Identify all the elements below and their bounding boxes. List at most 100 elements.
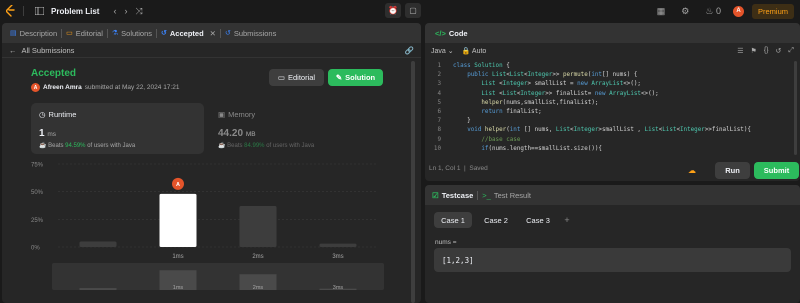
tab-case-3[interactable]: Case 3	[519, 212, 557, 228]
all-submissions-link[interactable]: All Submissions	[22, 46, 75, 55]
language-select[interactable]: Java ⌄	[431, 47, 454, 55]
tab-accepted[interactable]: ↺ Accepted ✕	[157, 29, 220, 38]
code-token: void	[467, 127, 485, 134]
nums-input[interactable]: [1,2,3]	[434, 248, 791, 272]
line-number: 2	[437, 72, 441, 79]
link-icon[interactable]: 🔗	[405, 46, 414, 55]
problem-list-icon[interactable]	[35, 7, 44, 15]
streak-counter[interactable]: ♨ 0	[705, 6, 721, 17]
run-button[interactable]: Run	[715, 162, 750, 179]
editor-toolbar: Java ⌄ 🔒 Auto ☰ ⚑ {} ↺ ⤢	[425, 43, 800, 58]
code-line[interactable]: 2 public List<List<Integer>> permute(int…	[425, 71, 800, 80]
memory-value: 44.20 MB	[218, 128, 256, 139]
code-token: >> finalList=	[545, 90, 595, 97]
history-icon: ↺	[161, 30, 167, 37]
editor-status: Ln 1, Col 1 | Saved	[429, 165, 488, 172]
code-line[interactable]: 8 void helper(int [] nums, List<Integer>…	[425, 126, 800, 135]
memory-beats: ☕ Beats 84.99% of users with Java	[218, 143, 315, 149]
prev-problem-icon[interactable]: ‹	[113, 6, 116, 16]
code-token: //base case	[481, 136, 521, 143]
code-line[interactable]: 3 List <Integer> smallList = new ArrayLi…	[425, 80, 800, 89]
gear-icon[interactable]: ⚙	[681, 6, 689, 17]
bar[interactable]	[79, 241, 117, 247]
code-token: {	[502, 63, 510, 69]
line-number: 8	[437, 127, 441, 134]
braces-icon[interactable]: {}	[764, 47, 769, 55]
next-problem-icon[interactable]: ›	[124, 6, 127, 16]
auto-mode-toggle[interactable]: 🔒 Auto	[462, 47, 487, 55]
add-case-button[interactable]: +	[560, 212, 574, 228]
tab-code[interactable]: </> Code	[431, 29, 472, 38]
code-line[interactable]: 7 }	[425, 117, 800, 126]
layout-icon[interactable]: ▦	[657, 6, 666, 17]
code-line[interactable]: 10 if(nums.length==smallList.size()){	[425, 145, 800, 154]
description-icon: ▤	[10, 30, 17, 37]
bookmark-icon[interactable]: ⚑	[751, 47, 757, 55]
code-token: List	[502, 90, 517, 97]
avatar[interactable]: A	[31, 83, 40, 92]
code-token: List	[481, 90, 500, 97]
line-number: 3	[437, 81, 441, 88]
top-bar: Problem List ‹ › ⤨ ⏰ ▢ ▦ ⚙ ♨ 0 A Premium	[0, 0, 800, 22]
code-editor[interactable]: 1 class Solution {2 public List<List<Inte…	[425, 58, 800, 154]
divider	[23, 6, 24, 16]
submitted-time: submitted at May 22, 2024 17:21	[84, 84, 180, 91]
java-icon: ☕	[218, 143, 226, 149]
reset-icon[interactable]: ↺	[776, 47, 782, 55]
tab-solutions[interactable]: ⚗ Solutions	[108, 29, 156, 38]
editorial-button[interactable]: ▭ Editorial	[269, 69, 324, 86]
premium-button[interactable]: Premium	[751, 3, 794, 19]
code-token: [] nums) {	[601, 72, 638, 79]
code-line[interactable]: 5 helper(nums,smallList,finalList);	[425, 99, 800, 108]
note-icon: ▢	[409, 6, 417, 15]
shuffle-icon[interactable]: ⤨	[135, 6, 142, 17]
terminal-icon: >_	[482, 190, 491, 200]
submit-button[interactable]: Submit	[754, 162, 799, 179]
code-token: int	[591, 72, 602, 79]
solution-button[interactable]: ✎ Solution	[328, 69, 383, 86]
expand-icon[interactable]: ⤢	[788, 47, 794, 55]
scrollbar[interactable]	[794, 61, 797, 155]
tab-editorial[interactable]: ▭ Editorial	[62, 29, 107, 38]
avatar[interactable]: A	[732, 5, 744, 17]
code-line[interactable]: 6 return finalList;	[425, 108, 800, 117]
tab-case-2[interactable]: Case 2	[477, 212, 515, 228]
runtime-card[interactable]: ◷ Runtime 1 ms ☕ Beats 94.59% of users wi…	[31, 103, 204, 154]
bar[interactable]	[239, 206, 277, 247]
x-tick-label: 1ms	[172, 254, 183, 260]
notes-button[interactable]: ▢	[405, 3, 421, 18]
code-line[interactable]: 1 class Solution {	[425, 62, 800, 71]
debug-button[interactable]: ⏰	[385, 3, 401, 18]
code-line[interactable]: 9 //base case	[425, 136, 800, 145]
minimap-label: 2ms	[253, 285, 264, 290]
code-token: Integer	[527, 72, 553, 79]
format-icon[interactable]: ☰	[737, 47, 743, 55]
cloud-icon[interactable]: ☁	[688, 166, 696, 175]
tab-test-result[interactable]: >_ Test Result	[478, 191, 535, 200]
scrollbar[interactable]	[411, 61, 415, 303]
line-number: 1	[437, 63, 441, 69]
tab-description[interactable]: ▤ Description	[6, 29, 61, 38]
tab-case-1[interactable]: Case 1	[434, 212, 472, 228]
y-tick-label: 50%	[31, 190, 44, 196]
code-token: List	[644, 127, 659, 134]
close-tab-icon[interactable]: ✕	[210, 29, 216, 38]
author-name[interactable]: Afreen Amra	[43, 84, 82, 91]
code-token: <>();	[640, 90, 659, 97]
code-line[interactable]: 4 List <List<Integer>> finalList= new Ar…	[425, 90, 800, 99]
tab-submissions[interactable]: ↺ Submissions	[221, 29, 280, 38]
memory-card[interactable]: ▣ Memory 44.20 MB ☕ Beats 84.99% of users…	[208, 103, 383, 154]
line-number: 5	[437, 99, 441, 106]
bar[interactable]	[319, 243, 357, 247]
runtime-distribution-chart[interactable]: 0% 25% 50% 75% 1ms A 2ms 3ms 1ms 2ms 3ms	[28, 160, 388, 290]
back-arrow-icon[interactable]: ←	[9, 46, 17, 55]
code-token: >smallList ,	[598, 127, 645, 134]
problem-list-link[interactable]: Problem List	[51, 7, 99, 16]
code-token: return	[481, 108, 507, 115]
highlighted-bar[interactable]	[159, 193, 197, 247]
leetcode-logo-icon[interactable]	[5, 4, 16, 17]
tab-testcase[interactable]: ☑ Testcase	[428, 191, 477, 200]
